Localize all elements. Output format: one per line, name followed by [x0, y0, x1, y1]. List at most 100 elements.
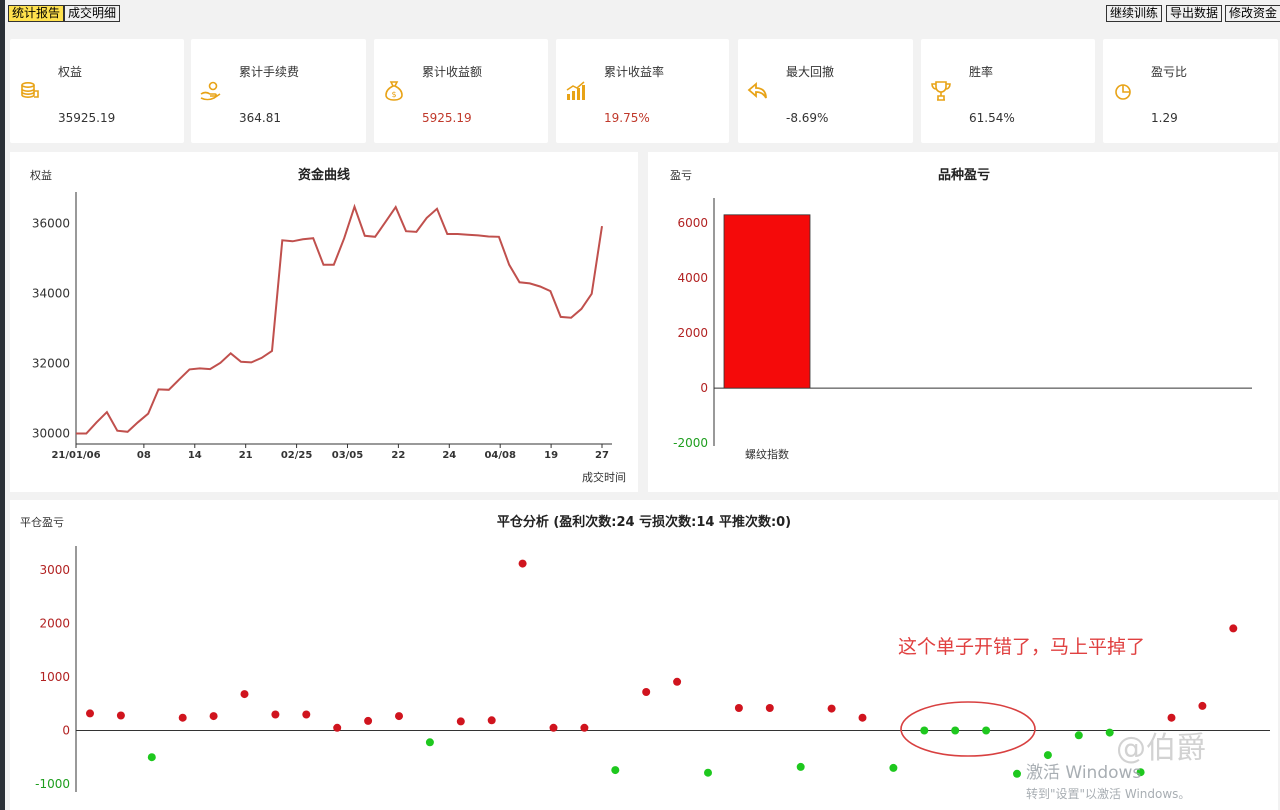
y-tick-label: 4000	[677, 271, 708, 285]
trophy-icon	[931, 81, 951, 101]
y-axis-label: 平仓盈亏	[20, 515, 64, 529]
trade-point	[673, 677, 682, 686]
trade-point	[1105, 728, 1114, 737]
x-axis-label: 成交时间	[582, 470, 626, 484]
stat-value: 1.29	[1151, 111, 1178, 125]
trade-point	[1074, 731, 1083, 740]
svg-text:$: $	[391, 90, 396, 99]
stat-label: 累计收益额	[422, 65, 483, 79]
modify-funds-button[interactable]: 修改资金	[1225, 5, 1280, 22]
stat-label: 累计手续费	[239, 65, 300, 79]
annotation-text: 这个单子开错了，马上平掉了	[898, 636, 1145, 658]
trade-point	[704, 768, 712, 777]
bar-chart-rising-icon	[566, 81, 585, 100]
trade-point	[1229, 624, 1238, 633]
trade-point	[920, 726, 929, 735]
equity-line	[76, 203, 603, 435]
stat-value: -8.69%	[786, 111, 829, 125]
stat-card-win-rate: 胜率 61.54%	[921, 39, 1095, 143]
tab-statistics-report[interactable]: 统计报告	[8, 5, 65, 22]
y-tick-label: 2000	[677, 326, 708, 340]
trade-point	[611, 766, 620, 775]
x-tick-label: 04/08	[484, 450, 516, 461]
tab-trade-details[interactable]: 成交明细	[64, 5, 121, 22]
y-tick-label: -1000	[35, 777, 70, 791]
x-tick-label: 22	[391, 450, 405, 461]
symbol-pnl-chart: 盈亏 品种盈亏 -2000 0 2000 4000 6000 螺纹指数	[670, 167, 1252, 461]
x-tick-label: 02/25	[281, 450, 313, 461]
watermark-settings: 转到"设置"以激活 Windows。	[1026, 786, 1190, 801]
stat-card-cumulative-profit: $ 累计收益额 5925.19	[374, 39, 548, 143]
x-tick-label: 08	[137, 450, 151, 461]
stat-value: 19.75%	[604, 111, 650, 125]
trade-point	[951, 726, 960, 735]
trade-point	[642, 688, 651, 696]
chart-title: 资金曲线	[298, 167, 350, 183]
trade-point	[549, 723, 558, 732]
trade-point	[1167, 713, 1176, 722]
stat-value: 35925.19	[58, 111, 116, 125]
trade-point	[209, 712, 218, 721]
equity-curve-panel: 权益 资金曲线 成交时间 30000 32000 34000 36000 21/01/0…	[10, 152, 638, 492]
trade-point	[796, 762, 805, 771]
stat-label: 最大回撤	[786, 65, 835, 79]
stat-card-commission: 累计手续费 364.81	[191, 39, 366, 143]
close-analysis-panel: 平仓盈亏 平仓分析 (盈利次数:24 亏损次数:14 平推次数:0) -1000…	[10, 500, 1278, 810]
money-bag-icon: $	[385, 81, 403, 101]
y-tick-label: 3000	[39, 563, 70, 577]
y-tick-label: 32000	[32, 357, 70, 371]
hand-coin-icon	[200, 81, 221, 101]
stat-label: 累计收益率	[604, 65, 665, 79]
watermark-handle: @伯爵	[1116, 731, 1206, 766]
y-axis-label: 盈亏	[670, 169, 692, 182]
bar	[723, 214, 811, 389]
stat-value: 364.81	[239, 111, 281, 125]
trade-point	[333, 723, 342, 732]
continue-training-button[interactable]: 继续训练	[1106, 5, 1163, 22]
x-tick-label: 21/01/06	[51, 450, 100, 461]
stat-label: 盈亏比	[1151, 65, 1188, 79]
trade-point	[425, 738, 434, 747]
y-tick-label: 30000	[32, 427, 70, 441]
x-category-label: 螺纹指数	[745, 447, 789, 461]
trade-point	[271, 710, 280, 719]
trade-point	[456, 717, 465, 726]
chart-title: 品种盈亏	[938, 167, 990, 183]
trade-point	[147, 753, 156, 762]
trade-point	[1013, 769, 1021, 778]
trade-point	[982, 726, 991, 735]
trade-point	[487, 716, 496, 725]
trade-point	[1043, 751, 1052, 760]
watermark-activate: 激活 Windows	[1026, 763, 1141, 783]
trade-point	[734, 704, 743, 712]
export-data-button[interactable]: 导出数据	[1166, 5, 1223, 22]
trade-point	[518, 559, 527, 568]
y-tick-label: 36000	[32, 217, 70, 231]
trade-point	[765, 704, 774, 712]
trade-point	[240, 690, 249, 699]
stat-card-return-rate: 累计收益率 19.75%	[556, 39, 729, 143]
symbol-pnl-panel: 盈亏 品种盈亏 -2000 0 2000 4000 6000 螺纹指数	[648, 152, 1278, 492]
x-tick-label: 27	[595, 450, 609, 461]
trade-point	[302, 710, 311, 719]
y-tick-label: -2000	[673, 436, 708, 450]
stat-card-equity: 权益 35925.19	[10, 39, 184, 143]
trade-point	[178, 713, 187, 722]
trade-point	[116, 711, 125, 720]
y-tick-label: 34000	[32, 287, 70, 301]
reply-arrow-icon	[747, 82, 767, 99]
pie-chart-icon	[1115, 84, 1131, 100]
window-left-edge	[0, 0, 5, 810]
x-tick-label: 03/05	[332, 450, 364, 461]
coins-stack-icon	[21, 81, 39, 99]
x-tick-label: 14	[188, 450, 202, 461]
y-tick-label: 0	[700, 381, 708, 395]
x-tick-label: 21	[239, 450, 253, 461]
stat-card-max-drawdown: 最大回撤 -8.69%	[738, 39, 913, 143]
trade-point	[86, 709, 94, 718]
trade-point	[889, 763, 898, 772]
x-tick-label: 19	[544, 450, 558, 461]
chart-title: 平仓分析 (盈利次数:24 亏损次数:14 平推次数:0)	[497, 514, 791, 530]
stat-value: 5925.19	[422, 111, 472, 125]
x-tick-label: 24	[442, 450, 456, 461]
